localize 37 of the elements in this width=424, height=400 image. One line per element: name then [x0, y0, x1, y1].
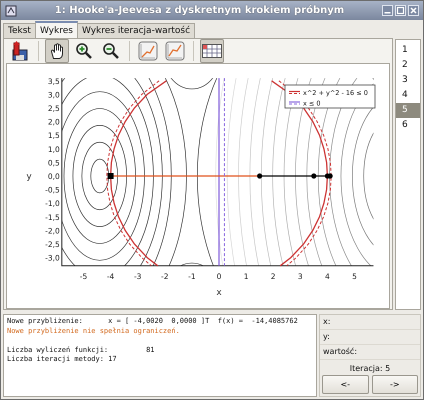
zoom-out-icon	[102, 42, 120, 60]
next-button[interactable]: ->	[372, 375, 418, 394]
iteration-item[interactable]: 6	[396, 118, 420, 133]
info-field: y:	[320, 330, 420, 345]
point-marker	[257, 173, 262, 179]
legend-swatch	[288, 90, 300, 94]
y-axis-label: y	[26, 172, 32, 182]
point-marker	[311, 173, 316, 179]
iteration-item[interactable]: 2	[396, 58, 420, 73]
close-icon[interactable]	[408, 5, 419, 16]
info-field: x:	[320, 315, 420, 330]
maximize-icon[interactable]	[395, 5, 406, 16]
chart-view-button[interactable]	[136, 39, 160, 63]
chart-view-button[interactable]	[163, 39, 187, 63]
previous-button[interactable]: <-	[322, 375, 368, 394]
start-point-marker	[108, 173, 114, 179]
grid-toggle-button[interactable]	[200, 39, 224, 63]
iteration-item[interactable]: 1	[396, 43, 420, 58]
iteration-item[interactable]: 3	[396, 73, 420, 88]
save-icon	[11, 41, 29, 61]
zoom-in-icon	[75, 42, 93, 60]
hand-icon	[51, 43, 63, 59]
iteration-label: Iteracja: 5	[348, 363, 392, 373]
minimize-icon[interactable]	[382, 5, 393, 16]
tab[interactable]: Tekst	[3, 23, 36, 38]
line-chart-icon	[165, 41, 185, 61]
grid-icon	[202, 44, 222, 58]
iteration-item[interactable]: 4	[396, 88, 420, 103]
app-icon	[5, 4, 17, 16]
pan-button[interactable]	[45, 39, 69, 63]
window-title: 1: Hooke'a-Jeevesa z dyskretnym krokiem próbnym	[54, 5, 346, 16]
legend-swatch	[288, 101, 300, 104]
info-field: wartość:	[320, 345, 420, 360]
tab[interactable]: Wykres iteracja-wartość	[76, 23, 196, 38]
line-chart-icon	[138, 41, 158, 61]
tab[interactable]: Wykres	[34, 21, 78, 38]
x-axis-label: x	[216, 288, 222, 298]
